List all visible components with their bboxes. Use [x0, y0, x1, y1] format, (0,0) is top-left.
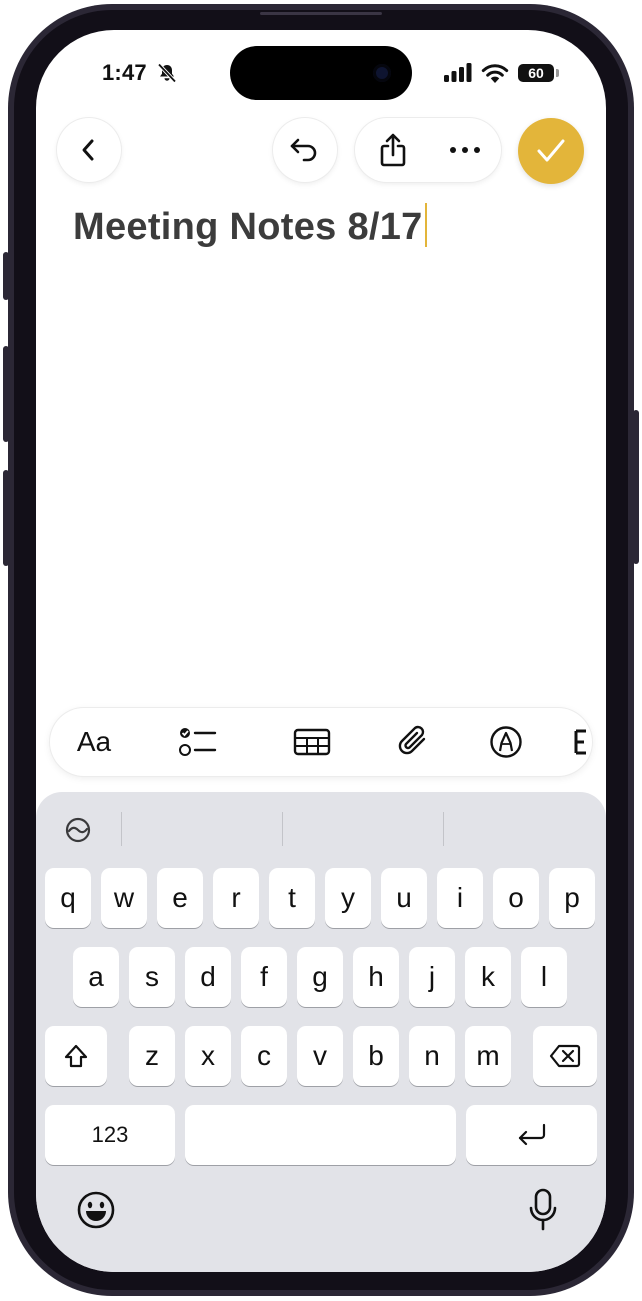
key-k[interactable]: k — [465, 947, 511, 1007]
share-button[interactable] — [365, 118, 421, 182]
key-u[interactable]: u — [381, 868, 427, 928]
return-key[interactable] — [466, 1105, 597, 1165]
share-icon — [380, 133, 406, 167]
undo-icon — [290, 138, 317, 162]
table-icon — [293, 728, 331, 756]
speaker-grille — [260, 12, 382, 15]
more-tools-button[interactable] — [574, 708, 592, 776]
note-title: Meeting Notes 8/17 — [73, 206, 423, 248]
checkmark-icon — [537, 139, 565, 162]
table-button[interactable] — [282, 708, 342, 776]
keyboard: q w e r t y u i o p a s d f g h j k l z … — [36, 792, 606, 1272]
key-f[interactable]: f — [241, 947, 287, 1007]
return-icon — [518, 1123, 545, 1146]
emoji-button[interactable] — [76, 1190, 116, 1235]
shift-icon — [64, 1044, 88, 1068]
writing-tools-icon — [65, 817, 91, 843]
text-format-button[interactable]: Aa — [64, 708, 124, 776]
back-button[interactable] — [57, 118, 121, 182]
key-w[interactable]: w — [101, 868, 147, 928]
key-g[interactable]: g — [297, 947, 343, 1007]
note-body[interactable]: Meeting Notes 8/17 — [73, 202, 427, 251]
action-button — [3, 252, 9, 300]
wifi-icon — [480, 62, 510, 88]
bell-slash-icon — [156, 63, 178, 88]
chevron-left-icon — [82, 139, 94, 161]
key-b[interactable]: b — [353, 1026, 399, 1086]
key-o[interactable]: o — [493, 868, 539, 928]
checklist-button[interactable] — [168, 708, 228, 776]
done-button[interactable] — [518, 118, 584, 184]
key-e[interactable]: e — [157, 868, 203, 928]
power-button — [633, 410, 639, 564]
suggestion-divider — [282, 812, 283, 846]
key-n[interactable]: n — [409, 1026, 455, 1086]
volume-up-button — [3, 346, 9, 442]
key-l[interactable]: l — [521, 947, 567, 1007]
cellular-signal-icon — [444, 63, 472, 87]
key-c[interactable]: c — [241, 1026, 287, 1086]
format-toolbar: Aa — [50, 708, 592, 776]
space-key[interactable] — [185, 1105, 456, 1165]
status-time: 1:47 — [102, 60, 147, 85]
delete-key[interactable] — [533, 1026, 597, 1086]
key-s[interactable]: s — [129, 947, 175, 1007]
markup-button[interactable] — [476, 708, 536, 776]
paperclip-icon — [398, 725, 426, 755]
key-r[interactable]: r — [213, 868, 259, 928]
markup-pen-icon — [490, 726, 522, 758]
key-z[interactable]: z — [129, 1026, 175, 1086]
microphone-icon — [529, 1188, 557, 1231]
key-y[interactable]: y — [325, 868, 371, 928]
checklist-icon — [179, 728, 217, 756]
volume-down-button — [3, 470, 9, 566]
attachment-button[interactable] — [384, 708, 444, 776]
key-m[interactable]: m — [465, 1026, 511, 1086]
key-t[interactable]: t — [269, 868, 315, 928]
key-i[interactable]: i — [437, 868, 483, 928]
more-button[interactable] — [437, 118, 493, 182]
key-j[interactable]: j — [409, 947, 455, 1007]
dynamic-island — [230, 46, 412, 100]
more-icon — [450, 147, 480, 153]
key-p[interactable]: p — [549, 868, 595, 928]
key-q[interactable]: q — [45, 868, 91, 928]
key-d[interactable]: d — [185, 947, 231, 1007]
suggestion-divider — [443, 812, 444, 846]
text-cursor — [424, 202, 427, 247]
share-more-group — [355, 118, 501, 182]
undo-button[interactable] — [273, 118, 337, 182]
key-v[interactable]: v — [297, 1026, 343, 1086]
delete-icon — [549, 1044, 581, 1068]
key-a[interactable]: a — [73, 947, 119, 1007]
dictation-button[interactable] — [528, 1188, 558, 1237]
shift-key[interactable] — [45, 1026, 107, 1086]
suggestion-divider — [121, 812, 122, 846]
emoji-icon — [77, 1191, 115, 1229]
text-format-icon: Aa — [76, 726, 112, 757]
key-x[interactable]: x — [185, 1026, 231, 1086]
front-camera — [373, 64, 391, 82]
more-tools-icon — [574, 729, 586, 755]
writing-tools-button[interactable] — [64, 816, 92, 849]
key-h[interactable]: h — [353, 947, 399, 1007]
screen: 1:47 60 Meeting Notes 8/17 Aa q w e r t … — [36, 30, 606, 1272]
numbers-key[interactable]: 123 — [45, 1105, 175, 1165]
battery-icon: 60 — [518, 64, 554, 82]
battery-tip — [556, 69, 559, 77]
